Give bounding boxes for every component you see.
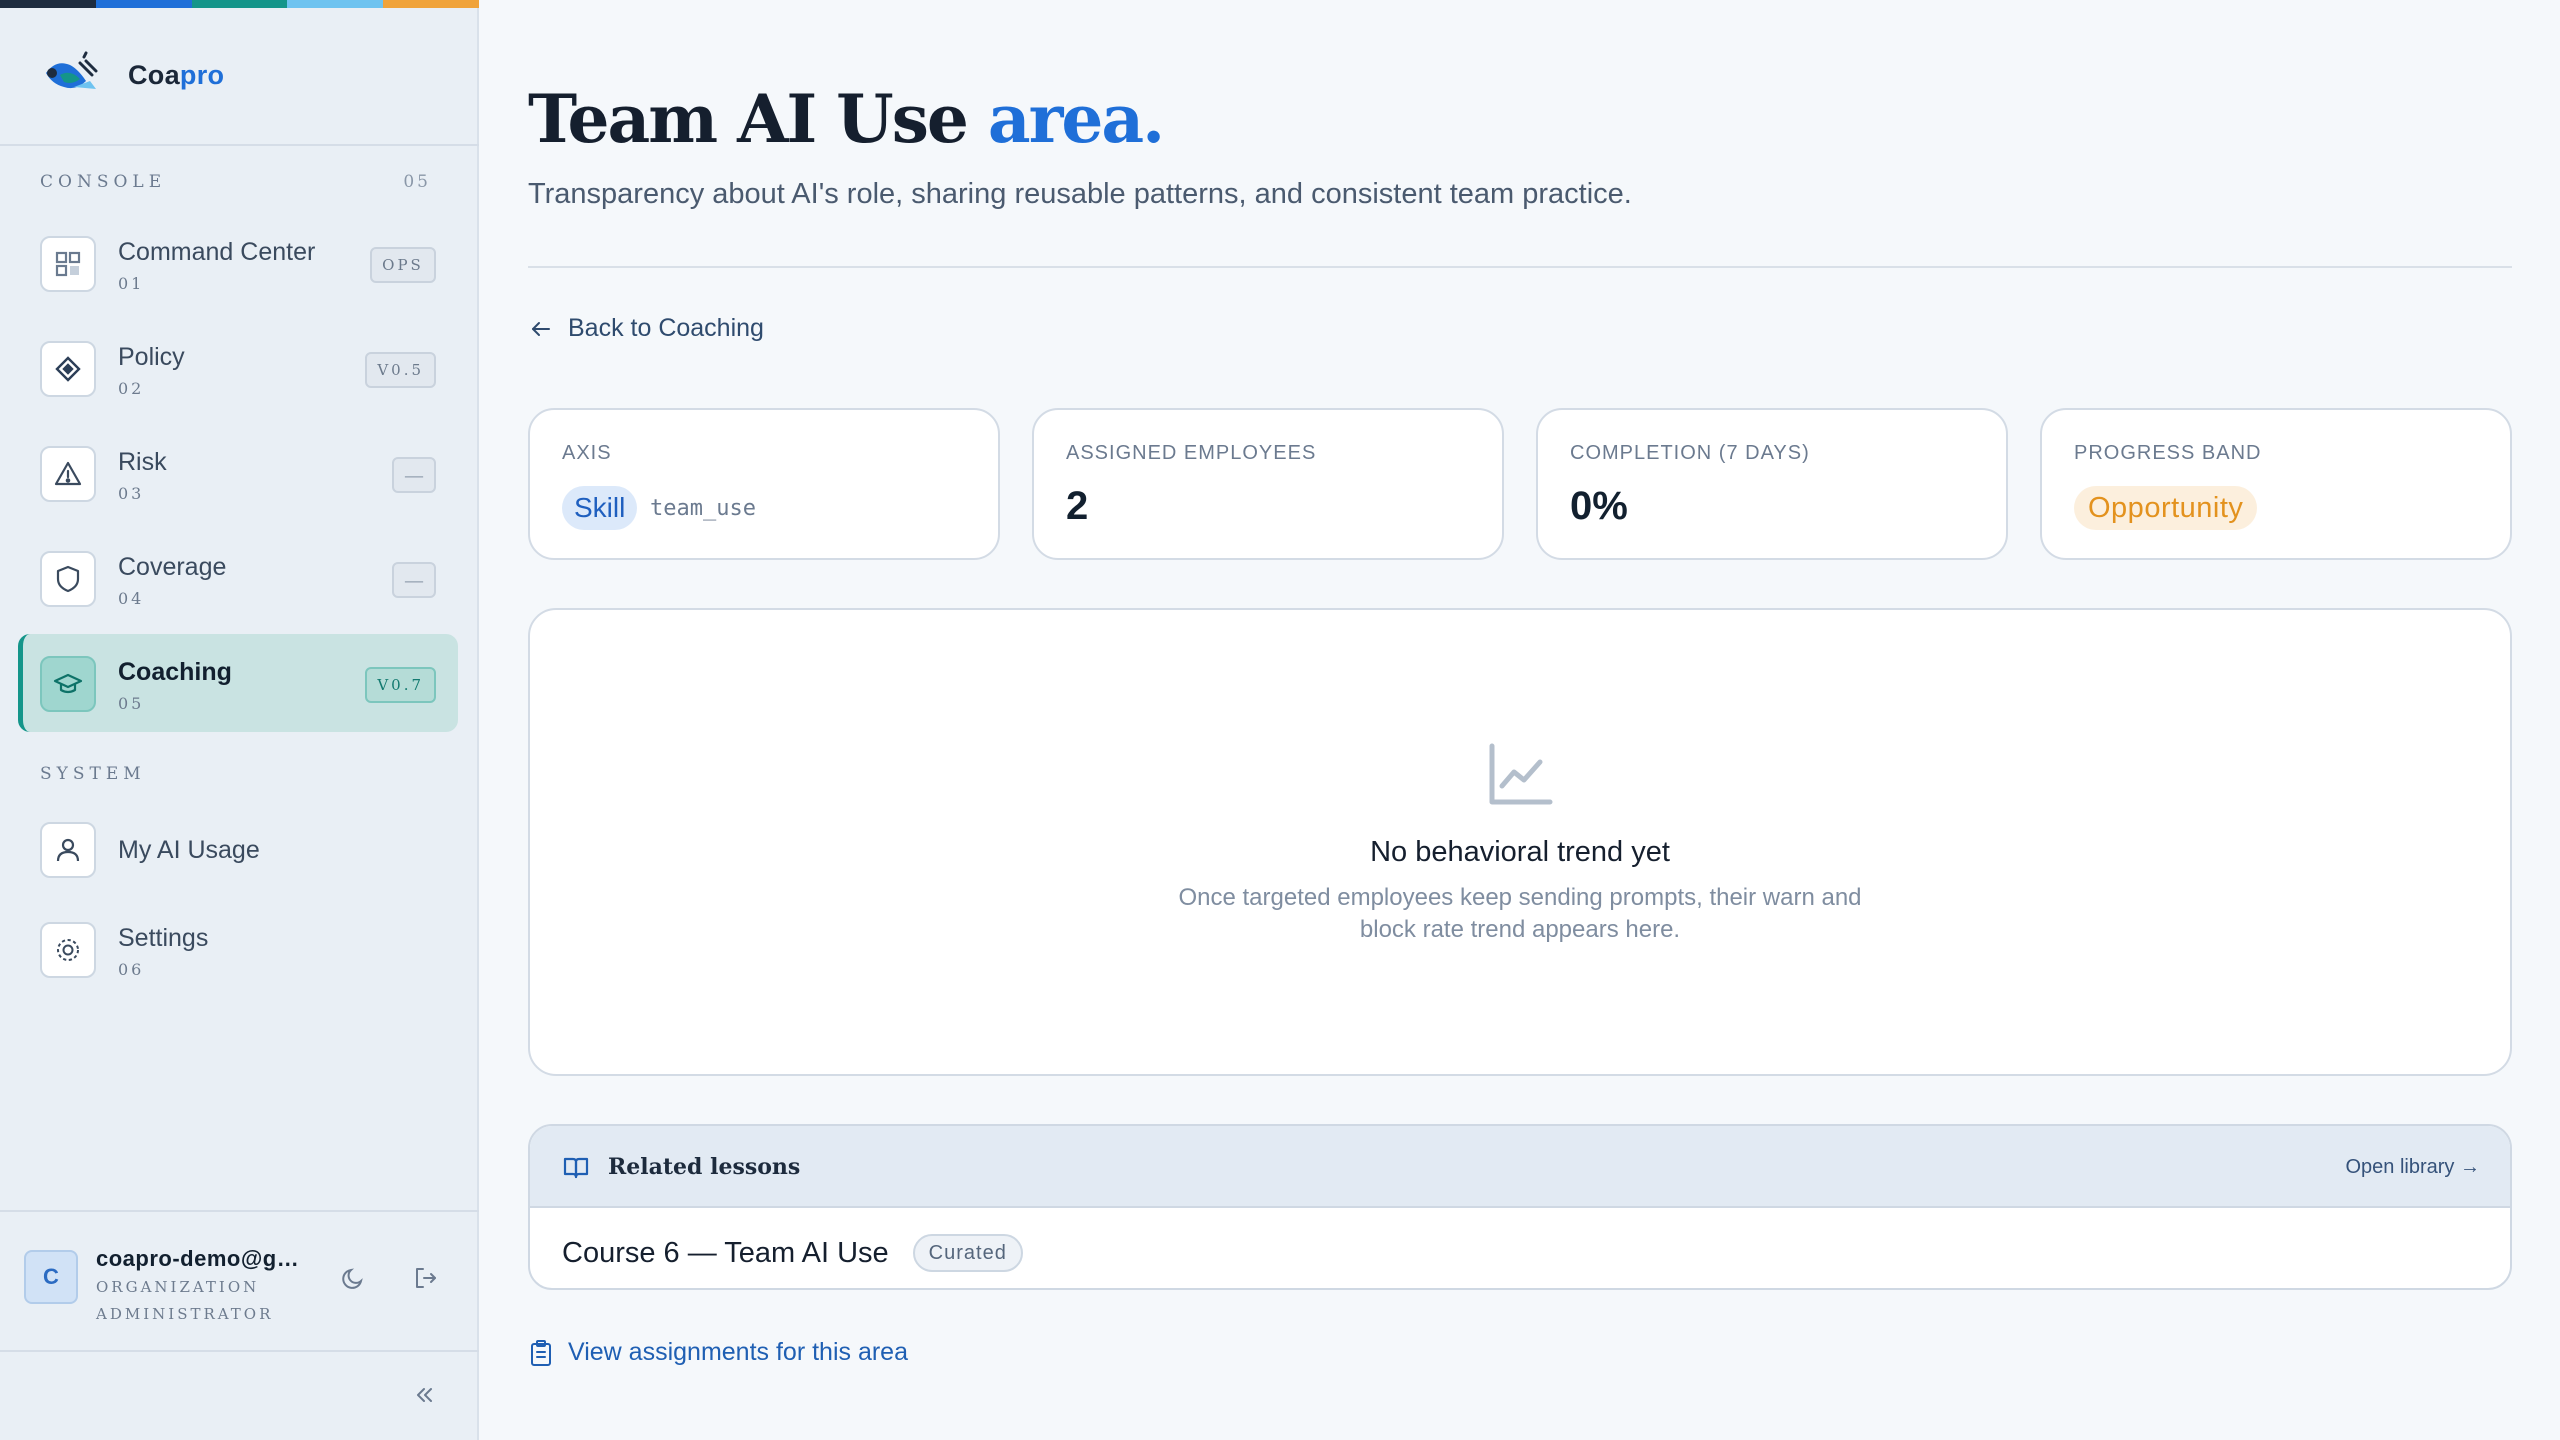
coapro-logo-icon	[46, 51, 98, 89]
sidebar-item-policy[interactable]: Policy 02 V0.5	[18, 319, 458, 417]
sidebar-item-badge: OPS	[370, 247, 436, 283]
behavioral-trend-panel: No behavioral trend yet Once targeted em…	[528, 608, 2512, 1076]
sidebar-item-label: Coverage	[118, 553, 227, 581]
line-chart-icon	[1489, 743, 1553, 805]
stat-value: 2	[1066, 484, 1089, 528]
sidebar-item-number: 04	[118, 589, 145, 608]
sidebar-item-label: Risk	[118, 448, 167, 476]
view-assignments-link[interactable]: View assignments for this area	[528, 1338, 908, 1367]
sidebar-item-label: Settings	[118, 924, 209, 952]
sidebar-item-number: 02	[118, 379, 145, 398]
dark-mode-toggle[interactable]	[338, 1262, 370, 1294]
sidebar-item-coverage[interactable]: Coverage 04 —	[18, 529, 458, 627]
sidebar-item-command-center[interactable]: Command Center 01 OPS	[18, 214, 458, 312]
related-lessons-panel: Related lessons Open library → Course 6 …	[528, 1124, 2512, 1290]
sidebar-item-badge: —	[392, 562, 436, 598]
sidebar-item-my-ai-usage[interactable]: My AI Usage	[18, 800, 458, 898]
strip-segment	[191, 0, 288, 8]
page-subtitle: Transparency about AI's role, sharing re…	[528, 178, 1632, 210]
strip-segment	[383, 0, 479, 8]
stat-label: PROGRESS BAND	[2074, 442, 2262, 464]
back-link-label: Back to Coaching	[568, 314, 764, 342]
warning-icon	[40, 446, 96, 502]
sidebar-item-label: Policy	[118, 343, 185, 371]
divider	[0, 144, 479, 146]
sidebar-item-number: 03	[118, 484, 145, 503]
open-library-link[interactable]: Open library →	[2346, 1156, 2481, 1179]
band-pill: Opportunity	[2074, 486, 2258, 530]
sidebar-item-coaching[interactable]: Coaching 05 V0.7	[18, 634, 458, 732]
clipboard-icon	[531, 1339, 551, 1366]
lessons-title: Related lessons	[608, 1154, 801, 1180]
strip-segment	[0, 0, 96, 8]
brand[interactable]: Coapro	[40, 50, 224, 100]
avatar[interactable]: C	[24, 1250, 78, 1304]
lesson-item[interactable]: Course 6 — Team AI Use Curated	[562, 1234, 1023, 1272]
sidebar-item-badge: V0.7	[365, 667, 436, 703]
sidebar-item-number: 06	[118, 960, 145, 979]
progress-band-card: PROGRESS BAND Opportunity	[2040, 408, 2512, 560]
sidebar-item-badge: V0.5	[365, 352, 436, 388]
shield-icon	[40, 551, 96, 607]
collapse-sidebar-button[interactable]	[409, 1380, 439, 1410]
sidebar-item-badge: —	[392, 457, 436, 493]
lessons-header: Related lessons Open library →	[530, 1126, 2510, 1208]
brand-color-strip	[0, 0, 479, 8]
user-icon	[40, 822, 96, 878]
stat-label: ASSIGNED EMPLOYEES	[1066, 442, 1317, 464]
system-section-label: SYSTEM	[40, 764, 146, 784]
page-title: Team AI Use area.	[528, 80, 1165, 158]
sign-out-button[interactable]	[410, 1262, 442, 1294]
logout-icon	[416, 1268, 436, 1288]
gear-icon	[40, 922, 96, 978]
empty-state-title: No behavioral trend yet	[1370, 836, 1670, 868]
stat-label: AXIS	[562, 442, 612, 464]
lesson-tag: Curated	[912, 1234, 1023, 1272]
console-section-label: CONSOLE	[40, 172, 167, 192]
sidebar-item-label: Command Center	[118, 238, 316, 266]
graduation-cap-icon	[40, 656, 96, 712]
console-section-count: 05	[403, 172, 431, 192]
brand-name: Coapro	[128, 59, 225, 90]
sidebar: Coapro CONSOLE 05 Command Center 01 OPS …	[0, 0, 479, 1440]
axis-tag: team_use	[650, 496, 756, 521]
skill-pill: Skill	[562, 486, 638, 530]
axis-card: AXIS Skill team_use	[528, 408, 1000, 560]
user-email: coapro-demo@g…	[96, 1246, 300, 1271]
empty-state-description: Once targeted employees keep sending pro…	[1178, 884, 1862, 943]
view-assignments-label: View assignments for this area	[568, 1338, 908, 1366]
sidebar-item-label: My AI Usage	[118, 836, 260, 864]
stat-label: COMPLETION (7 DAYS)	[1570, 442, 1810, 464]
sidebar-item-risk[interactable]: Risk 03 —	[18, 424, 458, 522]
assigned-employees-card: ASSIGNED EMPLOYEES 2	[1032, 408, 1504, 560]
grid-icon	[40, 236, 96, 292]
user-profile: C coapro-demo@g… ORGANIZATION ADMINISTRA…	[0, 1210, 479, 1350]
sidebar-item-label: Coaching	[118, 658, 232, 686]
sidebar-item-number: 01	[118, 274, 145, 293]
moon-icon	[342, 1268, 363, 1289]
user-role: ORGANIZATION ADMINISTRATOR	[96, 1278, 274, 1323]
sidebar-item-number: 05	[118, 694, 145, 713]
chevrons-left-icon	[417, 1388, 432, 1402]
strip-segment	[287, 0, 384, 8]
book-open-icon	[563, 1157, 589, 1179]
divider	[528, 266, 2512, 268]
sidebar-item-settings[interactable]: Settings 06	[18, 900, 458, 998]
strip-segment	[95, 0, 192, 8]
stat-value: 0%	[1570, 484, 1628, 528]
divider	[0, 1350, 479, 1352]
back-to-coaching-link[interactable]: Back to Coaching	[528, 314, 764, 343]
lesson-name: Course 6 — Team AI Use	[562, 1236, 889, 1269]
completion-card: COMPLETION (7 DAYS) 0%	[1536, 408, 2008, 560]
arrow-left-icon	[532, 321, 550, 336]
diamond-icon	[40, 341, 96, 397]
